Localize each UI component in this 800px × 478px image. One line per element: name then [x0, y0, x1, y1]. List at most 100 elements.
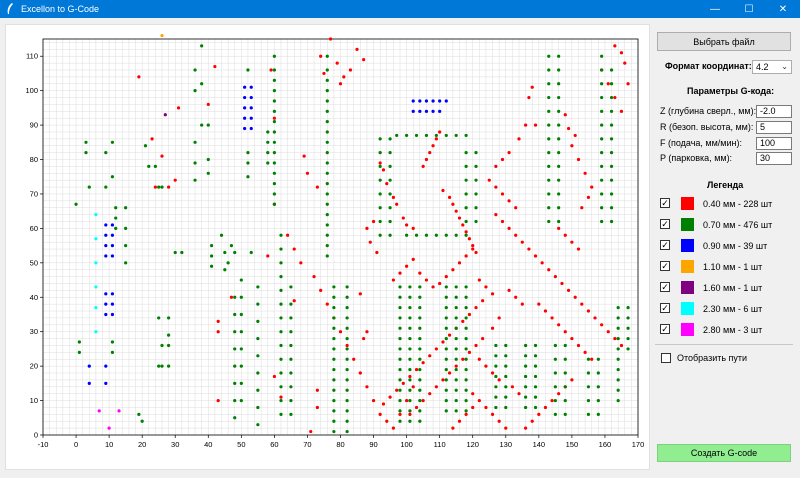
- drill-point: [557, 95, 561, 100]
- param-z-input[interactable]: -2.0: [756, 105, 792, 118]
- param-r-label: R (безоп. высота, мм):: [660, 122, 754, 132]
- legend-checkbox-1[interactable]: ✓: [660, 219, 670, 229]
- drill-point: [510, 385, 514, 389]
- check-icon: ✓: [661, 303, 669, 313]
- drill-point: [94, 330, 98, 334]
- drill-point: [547, 123, 551, 127]
- drill-point: [332, 367, 336, 372]
- drill-point: [487, 178, 491, 182]
- drill-point: [517, 137, 521, 141]
- drill-point: [408, 388, 412, 392]
- drill-point: [107, 426, 111, 430]
- drill-point: [388, 192, 392, 196]
- drill-point: [438, 130, 442, 134]
- drill-point: [557, 219, 561, 224]
- drill-point: [616, 398, 620, 403]
- coord-format-select[interactable]: 4.2 ⌄: [752, 60, 792, 74]
- legend-swatch-red: [681, 197, 694, 210]
- drill-point: [464, 409, 468, 413]
- legend-label-0: 0.40 мм - 228 шт: [703, 199, 773, 209]
- drill-point: [398, 419, 402, 423]
- param-f-input[interactable]: 100: [756, 137, 792, 150]
- drill-point: [398, 336, 402, 341]
- drill-point: [616, 367, 620, 372]
- drill-point: [411, 99, 415, 103]
- drill-point: [411, 109, 415, 113]
- drill-point: [249, 85, 253, 89]
- drill-point: [279, 371, 283, 375]
- drill-point: [289, 357, 293, 361]
- drill-point: [124, 244, 128, 248]
- drill-point: [408, 305, 412, 310]
- drill-point: [596, 371, 600, 375]
- drill-point: [398, 367, 402, 372]
- legend-checkbox-4[interactable]: ✓: [660, 282, 670, 292]
- drill-point: [395, 202, 399, 206]
- drill-point: [325, 302, 329, 306]
- drill-point: [573, 133, 577, 138]
- drill-point: [464, 326, 468, 330]
- drill-point: [474, 192, 478, 196]
- x-tick-label: 150: [566, 440, 579, 449]
- generate-gcode-button[interactable]: Создать G-code: [657, 444, 791, 462]
- legend-checkbox-3[interactable]: ✓: [660, 261, 670, 271]
- drill-point: [434, 137, 438, 141]
- drill-point: [474, 305, 478, 310]
- param-p-input[interactable]: 30: [756, 152, 792, 165]
- legend-checkbox-0[interactable]: ✓: [660, 198, 670, 208]
- drill-point: [557, 192, 561, 196]
- settings-panel: Выбрать файл Формат координат: 4.2 ⌄ Пар…: [655, 26, 795, 466]
- drill-point: [444, 316, 448, 320]
- drill-point: [279, 316, 283, 320]
- close-button[interactable]: ✕: [766, 0, 800, 18]
- drill-point: [104, 302, 108, 306]
- drill-point: [524, 385, 528, 389]
- drill-point: [332, 357, 336, 361]
- show-paths-checkbox[interactable]: [661, 353, 671, 363]
- drill-point: [167, 316, 171, 320]
- drill-point: [173, 250, 177, 255]
- drill-point: [438, 109, 442, 113]
- drill-point: [249, 126, 253, 131]
- maximize-button[interactable]: ☐: [732, 0, 766, 18]
- drill-point: [451, 426, 455, 430]
- drill-point: [418, 398, 422, 403]
- plot-area: -10 0 10 20 30 40 50 60 70 80 90 100 110 120 130 140 150…: [5, 24, 650, 470]
- drill-point: [110, 292, 115, 296]
- drill-point: [332, 419, 336, 423]
- drill-point: [557, 226, 561, 230]
- drill-point: [481, 299, 485, 303]
- drill-point: [454, 364, 458, 368]
- x-tick-label: 100: [400, 440, 413, 449]
- drill-point: [328, 37, 333, 41]
- drill-point: [332, 398, 336, 403]
- drill-point: [464, 305, 468, 310]
- minimize-button[interactable]: —: [698, 0, 732, 18]
- drill-point: [150, 137, 154, 141]
- drill-point: [444, 357, 448, 361]
- drill-point: [233, 295, 237, 299]
- x-tick-label: 60: [270, 440, 278, 449]
- drill-point: [239, 330, 243, 334]
- drill-point: [596, 398, 600, 403]
- drill-point: [580, 206, 584, 210]
- drill-point: [586, 398, 591, 403]
- drill-point: [454, 398, 458, 403]
- legend-checkbox-2[interactable]: ✓: [660, 240, 670, 250]
- drill-point: [289, 316, 293, 320]
- drill-point: [405, 233, 409, 237]
- param-r-input[interactable]: 5: [756, 121, 792, 134]
- legend-checkbox-6[interactable]: ✓: [660, 324, 670, 334]
- drill-point: [524, 343, 528, 348]
- drill-point: [421, 164, 425, 169]
- drill-point: [547, 268, 551, 272]
- legend-swatch-blue: [681, 239, 694, 252]
- drill-point: [97, 409, 101, 413]
- drill-point: [530, 85, 534, 89]
- drill-point: [543, 309, 548, 313]
- drill-point: [464, 233, 468, 237]
- drill-point: [398, 295, 402, 299]
- choose-file-button[interactable]: Выбрать файл: [657, 32, 791, 51]
- drill-point: [398, 316, 402, 320]
- legend-checkbox-5[interactable]: ✓: [660, 303, 670, 313]
